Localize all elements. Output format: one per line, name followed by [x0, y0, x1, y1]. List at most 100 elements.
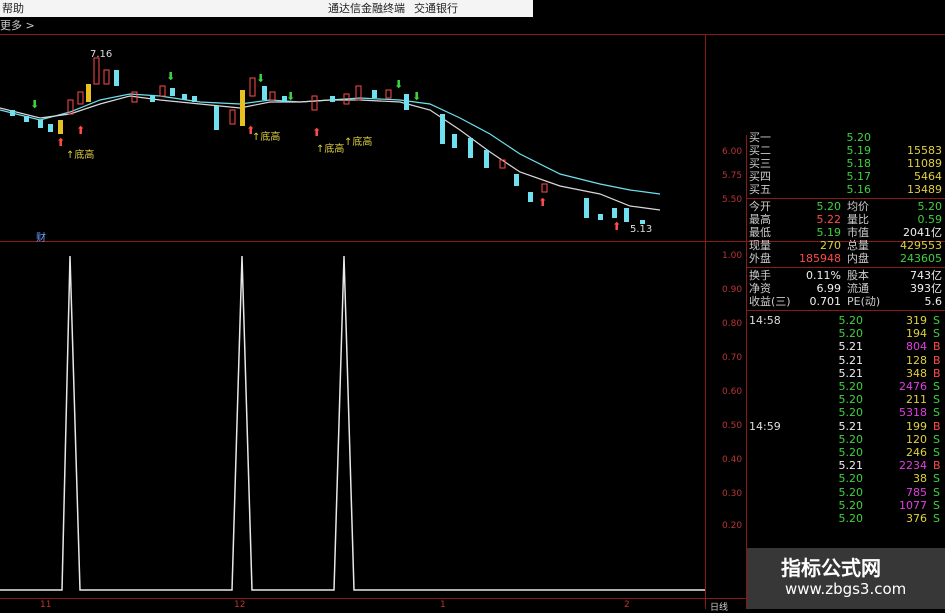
tick-row: 5.20 246 S: [747, 446, 945, 459]
tick-price: 5.20: [838, 446, 864, 459]
tick-time: 14:58: [749, 314, 781, 327]
svg-text:⬇: ⬇: [166, 70, 175, 83]
chart-bottom-border: [0, 598, 747, 599]
fin-label: 净资: [749, 282, 771, 295]
stat-row: 最低 5.19 市值 2041亿: [747, 226, 945, 239]
bottom-high-label: ↑底高: [344, 137, 373, 148]
tick-side: S: [933, 406, 940, 420]
tick-price: 5.20: [838, 380, 864, 393]
axis-divider: [705, 34, 706, 609]
bid-row: 买五 5.16 13489: [747, 183, 945, 196]
tick-price: 5.20: [838, 485, 864, 499]
indicator-axis-label: 0.60: [722, 387, 743, 397]
stat-value: 243605: [900, 252, 942, 265]
svg-text:⬆: ⬆: [612, 220, 621, 233]
high-price-label: 7.16: [90, 49, 113, 60]
bid-row: 买三 5.18 11089: [747, 157, 945, 170]
tick-side: B: [933, 419, 941, 433]
period-tab[interactable]: 日线: [710, 600, 728, 613]
fin-value: 6.99: [816, 282, 842, 295]
tick-side: B: [933, 366, 941, 380]
bid-volume: 13489: [907, 183, 942, 196]
svg-text:⬆: ⬆: [76, 124, 85, 137]
stat-value: 5.22: [816, 213, 842, 226]
bid-row: 买四 5.17 5464: [747, 170, 945, 183]
svg-text:⬆: ⬆: [538, 196, 547, 209]
fin-row: 换手 0.11% 股本 743亿: [747, 269, 945, 282]
tick-row: 5.20 120 S: [747, 433, 945, 446]
stat-label: 现量: [749, 239, 771, 252]
fin-value: 5.6: [924, 295, 943, 308]
fin-value: 393亿: [910, 282, 942, 295]
tick-volume: 2476: [899, 380, 927, 393]
stat-value: 5.20: [816, 200, 842, 213]
price-axis-label: 5.50: [722, 195, 743, 205]
tick-row: 14:59 5.21 199 B: [747, 420, 945, 433]
tick-row: 5.20 38 S: [747, 472, 945, 485]
svg-text:⬆: ⬆: [56, 136, 65, 149]
stat-label: 最高: [749, 213, 771, 226]
svg-text:⬆: ⬆: [312, 126, 321, 139]
stat-value: 5.19: [816, 226, 842, 239]
fin-row: 净资 6.99 流通 393亿: [747, 282, 945, 295]
stat-label: 外盘: [749, 252, 771, 265]
tick-volume: 194: [906, 327, 927, 341]
fin-label: 换手: [749, 269, 771, 282]
fin-value: 743亿: [910, 269, 942, 282]
tick-volume: 804: [906, 340, 927, 354]
bid-label: 买五: [749, 183, 771, 196]
help-menu[interactable]: 帮助: [2, 0, 24, 17]
price-axis-label: 6.00: [722, 147, 743, 157]
bid-volume: 5464: [914, 170, 942, 183]
tick-price: 5.20: [838, 472, 864, 486]
low-price-label: 5.13: [630, 224, 653, 235]
stat-value: 2041亿: [903, 226, 942, 239]
tick-price: 5.20: [838, 393, 864, 407]
stat-label: 均价: [847, 200, 869, 213]
bottom-high-label: ↑底高: [252, 132, 281, 143]
stat-row: 外盘 185948 内盘 243605: [747, 252, 945, 265]
tick-volume: 5318: [899, 406, 927, 420]
more-button[interactable]: 更多 >: [0, 19, 35, 32]
watermark-title: 指标公式网: [781, 556, 881, 580]
tick-price: 5.21: [838, 419, 864, 433]
stat-label: 最低: [749, 226, 771, 239]
bid-volume: 15583: [907, 144, 942, 157]
indicator-axis-label: 0.50: [722, 421, 743, 431]
watermark: 指标公式网 www.zbgs3.com: [747, 548, 945, 609]
tick-price: 5.21: [838, 366, 864, 380]
tick-price: 5.21: [838, 459, 864, 473]
bid-row: 买二 5.19 15583: [747, 144, 945, 157]
stat-value: 185948: [799, 252, 841, 265]
indicator-axis-label: 1.00: [722, 251, 743, 261]
indicator-chart[interactable]: [0, 242, 705, 598]
fin-value: 0.701: [809, 295, 842, 308]
tick-side: S: [933, 314, 940, 327]
tick-row: 5.21 2234 B: [747, 459, 945, 472]
tick-row: 5.20 2476 S: [747, 380, 945, 393]
stock-name: 交通银行: [414, 2, 458, 15]
bid-label: 买三: [749, 157, 771, 170]
fin-label: PE(动): [847, 295, 881, 308]
bid-price: 5.20: [846, 131, 872, 144]
tick-price: 5.21: [838, 340, 864, 354]
stat-value: 0.59: [917, 213, 943, 226]
tick-price: 5.20: [838, 498, 864, 512]
indicator-axis-label: 0.20: [722, 521, 743, 531]
tick-volume: 348: [906, 366, 927, 380]
tick-side: S: [933, 432, 940, 446]
indicator-line: [0, 255, 705, 591]
indicator-axis-label: 0.30: [722, 489, 743, 499]
tick-side: B: [933, 353, 941, 367]
title-bar: 帮助 通达信金融终端 交通银行: [0, 0, 533, 17]
tick-price: 5.20: [838, 432, 864, 446]
tick-side: S: [933, 380, 940, 393]
stat-row: 最高 5.22 量比 0.59: [747, 213, 945, 226]
tick-price: 5.21: [838, 353, 864, 367]
tick-volume: 211: [906, 393, 927, 407]
fin-label: 股本: [847, 269, 869, 282]
tick-row: 5.20 211 S: [747, 393, 945, 406]
svg-text:⬇: ⬇: [394, 78, 403, 91]
watermark-url: www.zbgs3.com: [785, 580, 907, 598]
tick-volume: 120: [906, 432, 927, 446]
